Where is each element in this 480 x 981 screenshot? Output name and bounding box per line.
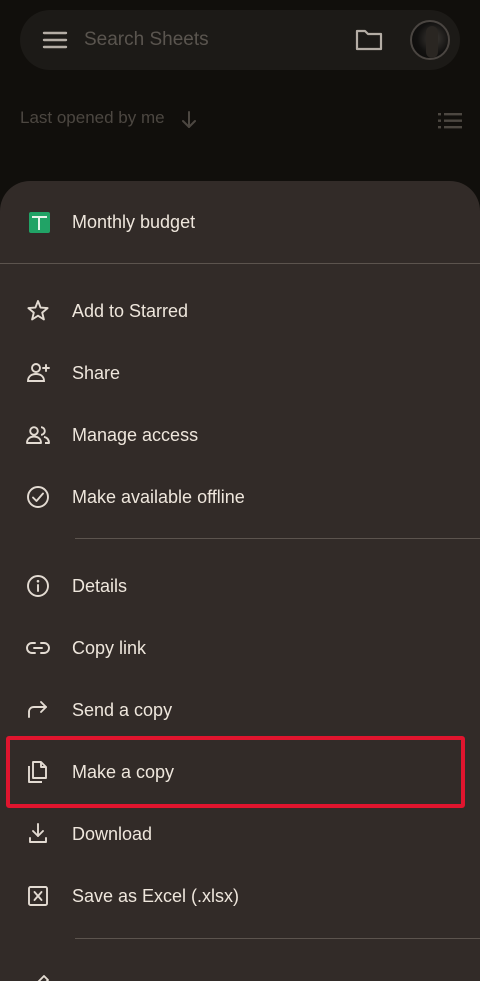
arrow-down-icon: [180, 110, 198, 130]
menu-item-copy-link[interactable]: Copy link: [0, 618, 480, 678]
star-icon: [25, 298, 51, 324]
sort-label: Last opened by me: [20, 108, 165, 127]
file-header: Monthly budget: [0, 181, 480, 263]
list-view-icon[interactable]: [438, 110, 462, 132]
forward-icon: [25, 697, 51, 723]
link-icon: [25, 635, 51, 661]
menu-item-label: Share: [72, 363, 121, 383]
menu-item-send-a-copy[interactable]: Send a copy: [0, 680, 480, 740]
sort-control[interactable]: Last opened by me: [20, 108, 196, 134]
divider: [0, 263, 480, 264]
copy-icon: [25, 759, 51, 785]
divider: [75, 538, 480, 539]
menu-item-label: Download: [72, 824, 153, 844]
search-input[interactable]: Search Sheets: [84, 29, 209, 51]
file-title: Monthly budget: [72, 212, 196, 232]
sheets-file-icon: [29, 212, 50, 233]
download-icon: [25, 821, 51, 847]
menu-item-share[interactable]: Share: [0, 343, 480, 403]
menu-item-label: Send a copy: [72, 700, 173, 720]
person-add-icon: [25, 360, 51, 386]
menu-item-manage-access[interactable]: Manage access: [0, 405, 480, 465]
menu-item-download[interactable]: Download: [0, 804, 480, 864]
edit-icon: [25, 973, 51, 981]
people-icon: [25, 422, 51, 448]
menu-item-next-partial[interactable]: [0, 956, 480, 981]
info-icon: [25, 573, 51, 599]
folder-icon[interactable]: [354, 27, 384, 53]
menu-item-label: Manage access: [72, 425, 199, 445]
menu-item-add-to-starred[interactable]: Add to Starred: [0, 281, 480, 341]
offline-check-icon: [25, 484, 51, 510]
avatar[interactable]: [410, 20, 450, 60]
menu-item-save-as-excel[interactable]: Save as Excel (.xlsx): [0, 866, 480, 926]
menu-item-label: Save as Excel (.xlsx): [72, 886, 240, 906]
divider: [75, 938, 480, 939]
excel-icon: [25, 883, 51, 909]
menu-item-label: Add to Starred: [72, 301, 189, 321]
menu-item-make-available-offline[interactable]: Make available offline: [0, 467, 480, 527]
menu-icon[interactable]: [42, 28, 68, 52]
menu-item-label: Make available offline: [72, 487, 245, 507]
file-options-sheet: Monthly budget Add to Starred Share Mana…: [0, 181, 480, 981]
menu-item-label: Make a copy: [72, 762, 175, 782]
menu-item-make-a-copy[interactable]: Make a copy: [0, 742, 480, 802]
menu-item-details[interactable]: Details: [0, 556, 480, 616]
search-bar[interactable]: Search Sheets: [20, 10, 460, 70]
menu-item-label: Copy link: [72, 638, 147, 658]
menu-item-label: Details: [72, 576, 128, 596]
